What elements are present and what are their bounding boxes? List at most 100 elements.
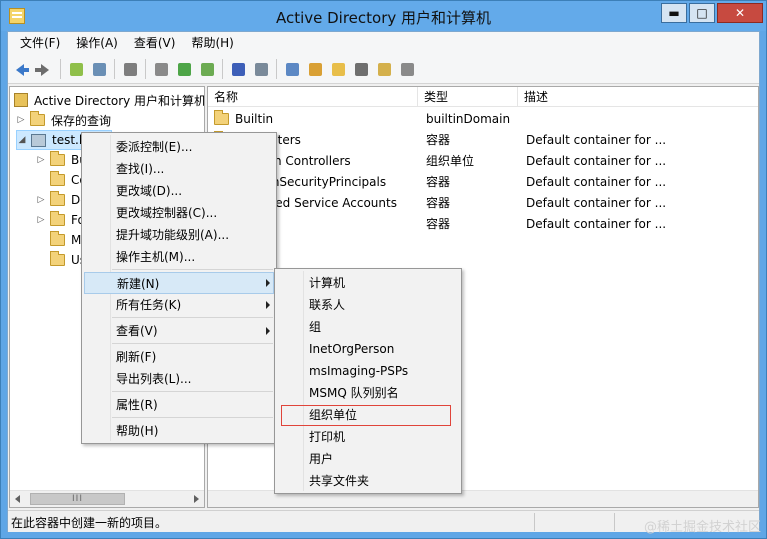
submenu-item[interactable]: 联系人: [277, 294, 459, 316]
submenu-item[interactable]: msImaging-PSPs: [277, 360, 459, 382]
refresh-button[interactable]: [174, 59, 194, 79]
expander-icon[interactable]: ▷: [16, 115, 26, 125]
row-description: Default container for ...: [526, 196, 667, 210]
context-menu: 委派控制(E)... 查找(I)... 更改域(D)... 更改域控制器(C)... 提…: [81, 132, 277, 444]
context-menu-item[interactable]: 更改域控制器(C)...: [84, 202, 274, 224]
menu-file[interactable]: 文件(F): [12, 32, 68, 54]
context-menu-item[interactable]: 查看(V): [84, 320, 274, 342]
tree-item[interactable]: ▷ 保存的查询: [16, 110, 111, 130]
context-menu-item[interactable]: 帮助(H): [84, 420, 274, 442]
menu-view[interactable]: 查看(V): [126, 32, 184, 54]
forward-button[interactable]: [35, 59, 55, 79]
add-to-group-button[interactable]: [397, 59, 417, 79]
up-folder-button[interactable]: [66, 59, 86, 79]
column-header-name[interactable]: 名称: [208, 87, 418, 107]
submenu-item[interactable]: 共享文件夹: [277, 470, 459, 492]
help-button[interactable]: [228, 59, 248, 79]
back-button[interactable]: [12, 59, 32, 79]
show-tree-button[interactable]: [89, 59, 109, 79]
toolbar-separator: [276, 58, 277, 79]
close-button[interactable]: ✕: [717, 3, 763, 23]
export-list-icon: [201, 62, 214, 76]
refresh-icon: [178, 62, 191, 76]
scroll-thumb[interactable]: III: [30, 493, 125, 505]
expander-icon[interactable]: ◢: [17, 135, 27, 145]
status-divider: [534, 513, 535, 531]
row-description: Default container for ...: [526, 133, 667, 147]
new-user-button[interactable]: [282, 59, 302, 79]
add-to-group-icon: [401, 62, 414, 76]
table-row[interactable]: Builtin: [214, 109, 273, 130]
context-menu-item[interactable]: 提升域功能级别(A)...: [84, 224, 274, 246]
context-menu-item[interactable]: 属性(R): [84, 394, 274, 416]
minimize-button[interactable]: ▬: [661, 3, 687, 23]
context-menu-item[interactable]: 所有任务(K): [84, 294, 274, 316]
forward-icon: [35, 63, 49, 76]
menu-separator: [112, 417, 273, 418]
menu-action[interactable]: 操作(A): [68, 32, 126, 54]
tree-root-label: Active Directory 用户和计算机: [34, 93, 205, 108]
submenu-item[interactable]: InetOrgPerson: [277, 338, 459, 360]
folder-icon: [50, 171, 65, 186]
menu-separator: [112, 343, 273, 344]
scroll-right-icon[interactable]: [194, 495, 199, 503]
properties-icon: [255, 62, 268, 76]
menu-separator: [112, 269, 273, 270]
status-divider: [614, 513, 615, 531]
row-description: Default container for ...: [526, 217, 667, 231]
maximize-button[interactable]: □: [689, 3, 715, 23]
watermark: @稀土掘金技术社区: [643, 520, 761, 535]
context-menu-item[interactable]: 更改域(D)...: [84, 180, 274, 202]
context-menu-item[interactable]: 新建(N): [84, 272, 274, 294]
expander-icon[interactable]: ▷: [36, 195, 46, 205]
context-menu-item[interactable]: 导出列表(L)...: [84, 368, 274, 390]
row-type: 容器: [426, 196, 451, 210]
toolbar-separator: [145, 58, 146, 79]
folder-icon: [50, 251, 65, 266]
filter-icon: [355, 62, 368, 76]
expander-icon[interactable]: ▷: [36, 155, 46, 165]
find-button[interactable]: [374, 59, 394, 79]
copy-button[interactable]: [151, 59, 171, 79]
row-name: Builtin: [235, 112, 274, 126]
context-menu-item[interactable]: 操作主机(M)...: [84, 246, 274, 268]
new-user-icon: [286, 62, 299, 76]
highlight-annotation-box: [281, 405, 451, 426]
export-list-button[interactable]: [197, 59, 217, 79]
title-bar[interactable]: Active Directory 用户和计算机 ▬ □ ✕: [1, 1, 766, 31]
folder-icon: [30, 111, 45, 126]
scroll-left-icon[interactable]: [15, 495, 20, 503]
submenu-item[interactable]: 打印机: [277, 426, 459, 448]
submenu-item[interactable]: 用户: [277, 448, 459, 470]
toolbar: [8, 54, 759, 84]
row-type: 容器: [426, 133, 451, 147]
column-header-description[interactable]: 描述: [518, 87, 758, 107]
toolbar-separator: [222, 58, 223, 79]
folder-icon: [50, 211, 65, 226]
new-group-button[interactable]: [305, 59, 325, 79]
menu-help[interactable]: 帮助(H): [183, 32, 241, 54]
submenu-item[interactable]: MSMQ 队列别名: [277, 382, 459, 404]
toolbar-separator: [114, 58, 115, 79]
submenu-item[interactable]: 计算机: [277, 272, 459, 294]
tree-horizontal-scrollbar[interactable]: III: [10, 490, 204, 507]
context-menu-item[interactable]: 刷新(F): [84, 346, 274, 368]
submenu-item[interactable]: 组: [277, 316, 459, 338]
context-menu-item[interactable]: 查找(I)...: [84, 158, 274, 180]
context-menu-item[interactable]: 委派控制(E)...: [84, 136, 274, 158]
properties-button[interactable]: [251, 59, 271, 79]
new-group-icon: [309, 62, 322, 76]
clipboard-button[interactable]: [120, 59, 140, 79]
tree-root[interactable]: Active Directory 用户和计算机: [14, 90, 205, 110]
folder-icon: [50, 191, 65, 206]
row-type: 组织单位: [426, 154, 475, 168]
expander-icon[interactable]: ▷: [36, 215, 46, 225]
new-ou-icon: [332, 62, 345, 76]
help-icon: [232, 62, 245, 76]
filter-button[interactable]: [351, 59, 371, 79]
menu-bar: 文件(F) 操作(A) 查看(V) 帮助(H): [8, 32, 759, 54]
back-icon: [16, 63, 29, 76]
column-header-type[interactable]: 类型: [418, 87, 518, 107]
status-text: 在此容器中创建一新的项目。: [11, 516, 168, 530]
new-ou-button[interactable]: [328, 59, 348, 79]
